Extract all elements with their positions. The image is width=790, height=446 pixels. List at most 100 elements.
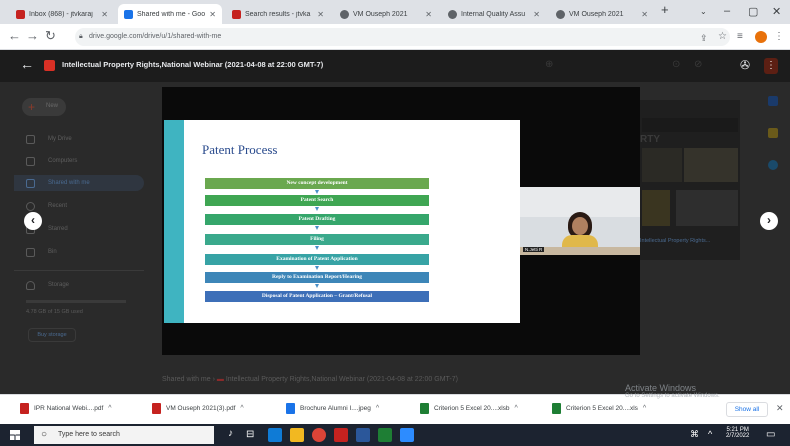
download-item[interactable]: Brochure Alumni I....jpeg ^ bbox=[286, 403, 379, 414]
microphone-icon[interactable]: ♪ bbox=[228, 428, 233, 439]
my-drive-icon bbox=[26, 135, 35, 144]
share-icon[interactable]: ⇪ bbox=[700, 31, 708, 45]
close-icon[interactable]: ✕ bbox=[209, 10, 216, 19]
previous-file-button[interactable]: ‹ bbox=[24, 212, 42, 230]
sidebar-item-storage[interactable]: Storage bbox=[48, 282, 69, 288]
tab-title: Internal Quality Assu bbox=[461, 10, 526, 18]
url-input[interactable]: 🔒︎ drive.google.com/drive/u/1/shared-wit… bbox=[75, 28, 730, 46]
thumb-caption[interactable]: Intellectual Property Rights... bbox=[640, 238, 710, 244]
tab[interactable]: VM Ouseph 2021 ✕ bbox=[334, 4, 438, 24]
network-icon[interactable]: ⌘ bbox=[690, 429, 699, 440]
drive-thumbnails: RTY Intellectual Property Rights... bbox=[640, 100, 740, 260]
edge-icon[interactable] bbox=[268, 428, 282, 442]
minimize-icon[interactable]: – bbox=[724, 5, 730, 17]
sidebar-item-computers[interactable]: Computers bbox=[48, 158, 77, 164]
url-text: drive.google.com/drive/u/1/shared-with-m… bbox=[89, 33, 222, 40]
buy-storage-button[interactable]: Buy storage bbox=[28, 328, 76, 342]
address-bar: ← → ↻ 🔒︎ drive.google.com/drive/u/1/shar… bbox=[0, 24, 790, 50]
close-window-icon[interactable]: ✕ bbox=[772, 5, 781, 18]
tasks-icon[interactable] bbox=[768, 160, 778, 170]
close-icon[interactable]: ✕ bbox=[425, 10, 432, 19]
presentation-slide: Patent Process New concept development P… bbox=[164, 120, 520, 323]
flow-step: New concept development bbox=[205, 178, 429, 189]
plus-icon: + bbox=[28, 100, 36, 114]
taskbar: ○ Type here to search ♪ ⊟ ⌘ ^ 5:21 PM 2/… bbox=[0, 424, 790, 446]
back-arrow-icon[interactable]: ← bbox=[20, 56, 34, 72]
comment-icon[interactable]: ⊙ bbox=[672, 59, 680, 70]
chevron-up-icon[interactable]: ^ bbox=[240, 405, 243, 412]
close-icon[interactable]: ✕ bbox=[776, 403, 784, 414]
breadcrumb-root[interactable]: Shared with me bbox=[162, 376, 211, 383]
help-icon[interactable]: ⊘ bbox=[694, 59, 702, 70]
tab[interactable]: Internal Quality Assu ✕ bbox=[442, 4, 546, 24]
excel-icon[interactable] bbox=[378, 428, 392, 442]
zoom-icon[interactable] bbox=[400, 428, 414, 442]
chevron-down-icon[interactable]: ⌄ bbox=[700, 7, 707, 16]
chevron-up-icon[interactable]: ^ bbox=[643, 405, 646, 412]
sidebar-item-starred[interactable]: Starred bbox=[48, 226, 68, 232]
lock-icon: 🔒︎ bbox=[79, 33, 83, 40]
next-file-button[interactable]: › bbox=[760, 212, 778, 230]
arrow-down-icon bbox=[315, 284, 319, 288]
forward-icon[interactable]: → bbox=[26, 29, 39, 43]
breadcrumb-item[interactable]: Intellectual Property Rights,National We… bbox=[226, 376, 458, 383]
arrow-down-icon bbox=[315, 207, 319, 211]
task-view-icon[interactable]: ⊟ bbox=[246, 429, 254, 440]
star-icon[interactable]: ☆ bbox=[718, 30, 727, 44]
add-shortcut-icon[interactable]: ⊕ bbox=[545, 59, 553, 70]
extensions-icon[interactable]: ≡ bbox=[737, 30, 743, 44]
new-tab-icon[interactable]: + bbox=[661, 2, 669, 17]
computers-icon bbox=[26, 157, 35, 166]
download-name: IPR National Webi....pdf bbox=[34, 405, 104, 412]
clock[interactable]: 5:21 PM 2/7/2022 bbox=[726, 427, 749, 439]
search-icon: ○ bbox=[41, 429, 48, 440]
clock-date: 2/7/2022 bbox=[726, 433, 750, 439]
download-name: Brochure Alumni I....jpeg bbox=[300, 405, 371, 412]
tab[interactable]: Search results - jtvka ✕ bbox=[226, 4, 330, 24]
chevron-up-icon[interactable]: ^ bbox=[515, 405, 518, 412]
word-icon[interactable] bbox=[356, 428, 370, 442]
calendar-icon[interactable] bbox=[768, 96, 778, 106]
arrow-down-icon bbox=[315, 266, 319, 270]
close-icon[interactable]: ✕ bbox=[317, 10, 324, 19]
chevron-up-icon[interactable]: ^ bbox=[108, 405, 111, 412]
maximize-icon[interactable]: ▢ bbox=[748, 5, 758, 18]
sidebar-item-shared-with-me[interactable]: Shared with me bbox=[48, 180, 90, 186]
close-icon[interactable]: ✕ bbox=[533, 10, 540, 19]
show-all-button[interactable]: Show all bbox=[726, 402, 768, 417]
chevron-up-icon[interactable]: ^ bbox=[376, 405, 379, 412]
new-button[interactable]: + New bbox=[22, 98, 66, 116]
tab[interactable]: VM Ouseph 2021 ✕ bbox=[550, 4, 654, 24]
close-icon[interactable]: ✕ bbox=[641, 10, 648, 19]
chevron-up-icon[interactable]: ^ bbox=[708, 429, 712, 439]
slide-accent-bar bbox=[164, 120, 184, 323]
chrome-icon[interactable] bbox=[312, 428, 326, 442]
more-options-icon[interactable]: ⋮ bbox=[764, 58, 778, 74]
reload-icon[interactable]: ↻ bbox=[45, 29, 56, 43]
flow-step: Disposal of Patent Application – Grant/R… bbox=[205, 291, 429, 302]
image-file-icon bbox=[286, 403, 295, 414]
tab[interactable]: Inbox (868) - jtvkaraj ✕ bbox=[10, 4, 114, 24]
download-item[interactable]: Criterion 5 Excel 20....xls ^ bbox=[552, 403, 646, 414]
open-with-icon[interactable]: ✇ bbox=[740, 58, 750, 72]
sidebar-item-recent[interactable]: Recent bbox=[48, 203, 67, 209]
windows-start-icon[interactable] bbox=[10, 430, 20, 440]
powerpoint-icon[interactable] bbox=[334, 428, 348, 442]
taskbar-search-input[interactable]: ○ Type here to search bbox=[34, 426, 214, 444]
back-icon[interactable]: ← bbox=[8, 29, 21, 43]
video-file-icon bbox=[44, 60, 55, 71]
sidebar-item-my-drive[interactable]: My Drive bbox=[48, 136, 72, 142]
download-item[interactable]: IPR National Webi....pdf ^ bbox=[20, 403, 112, 414]
thumb-image bbox=[684, 148, 738, 182]
file-explorer-icon[interactable] bbox=[290, 428, 304, 442]
menu-icon[interactable]: ⋮ bbox=[774, 30, 784, 44]
download-item[interactable]: VM Ouseph 2021(3).pdf ^ bbox=[152, 403, 244, 414]
notification-icon[interactable]: ▭ bbox=[766, 429, 775, 440]
download-item[interactable]: Criterion 5 Excel 20....xlsb ^ bbox=[420, 403, 518, 414]
keep-icon[interactable] bbox=[768, 128, 778, 138]
profile-avatar[interactable] bbox=[755, 31, 767, 43]
sidebar-item-bin[interactable]: Bin bbox=[48, 249, 57, 255]
tab[interactable]: Shared with me - Goo ✕ bbox=[118, 4, 222, 24]
close-icon[interactable]: ✕ bbox=[101, 10, 108, 19]
pdf-file-icon bbox=[152, 403, 161, 414]
